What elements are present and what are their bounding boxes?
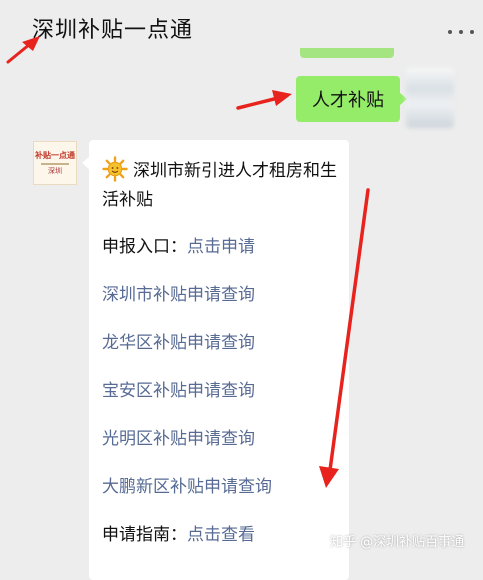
user-avatar[interactable] [406,68,454,128]
guide-row: 申请指南：点击查看 [102,523,255,547]
avatar-logo-divider [41,162,69,165]
bot-message-card: 深圳市新引进人才租房和生活补贴 申报入口：点击申请 深圳市补贴申请查询 龙华区补… [82,140,349,580]
bot-avatar[interactable]: 补贴一点通 深圳 [33,141,77,185]
view-guide-link[interactable]: 点击查看 [187,525,255,545]
guide-label: 申请指南 [102,525,170,545]
sun-icon [102,156,128,182]
user-message-bubble[interactable]: 人才补贴 [296,76,407,122]
card-title-text: 深圳市新引进人才租房和生活补贴 [102,161,337,210]
guangming-query-link[interactable]: 光明区补贴申请查询 [102,427,255,451]
avatar-logo-subtext: 深圳 [48,166,62,175]
longhua-query-link[interactable]: 龙华区补贴申请查询 [102,331,255,355]
chat-title: 深圳补贴一点通 [32,18,194,43]
user-message-text: 人才补贴 [312,90,384,111]
avatar-logo-text: 补贴一点通 [35,150,75,160]
entry-row: 申报入口：点击申请 [102,235,255,259]
apply-link[interactable]: 点击申请 [187,237,255,257]
shenzhen-query-link[interactable]: 深圳市补贴申请查询 [102,283,255,307]
previous-message-bubble [300,48,394,58]
dapeng-query-link[interactable]: 大鹏新区补贴申请查询 [102,475,272,499]
more-icon[interactable] [448,24,474,40]
guide-separator: ： [170,525,187,545]
arrow-to-user-message [236,90,292,110]
watermark: 知乎 @深圳补贴百事通 [330,535,465,550]
entry-label: 申报入口 [102,237,170,257]
entry-separator: ： [170,237,187,257]
card-title: 深圳市新引进人才租房和生活补贴 [102,156,342,215]
chat-header: 深圳补贴一点通 [0,0,483,60]
baoan-query-link[interactable]: 宝安区补贴申请查询 [102,379,255,403]
